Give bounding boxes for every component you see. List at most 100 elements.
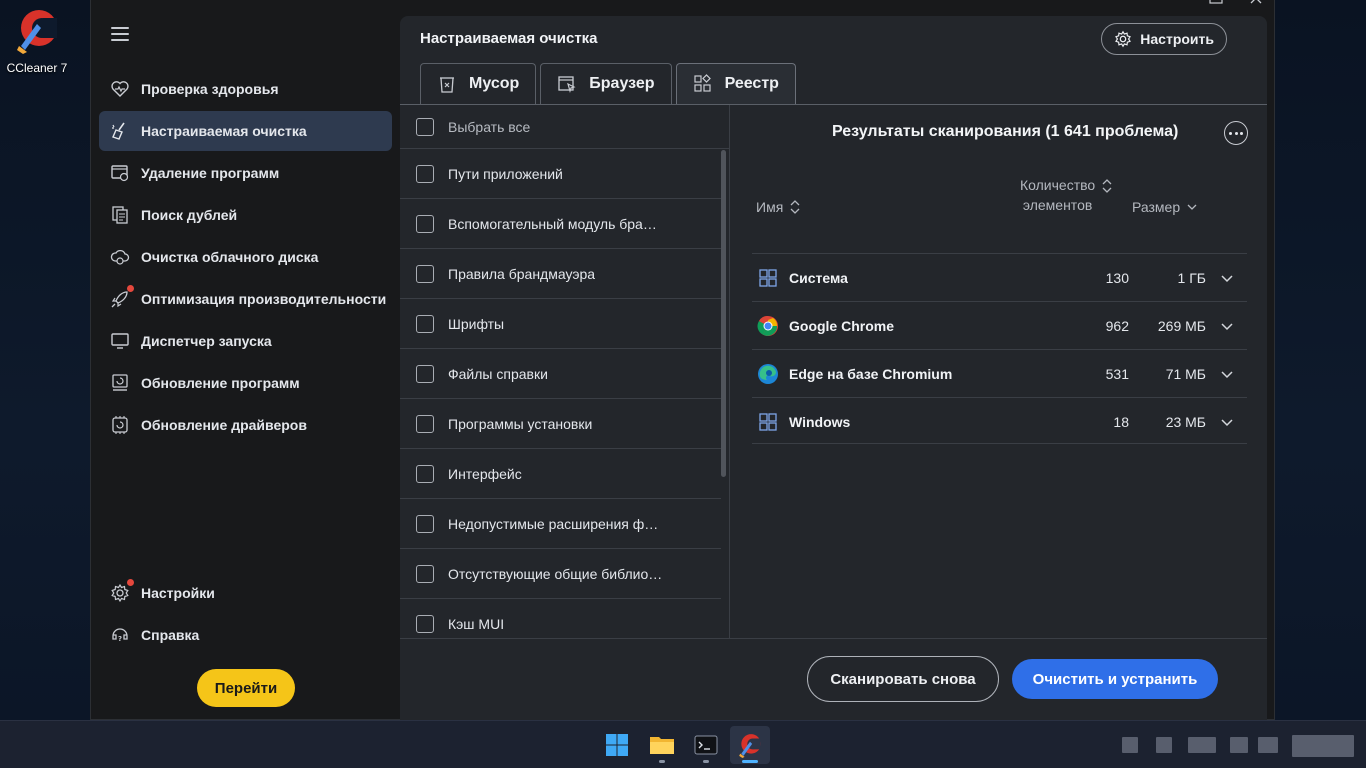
table-divider: [752, 443, 1247, 444]
sidebar-item-settings[interactable]: Настройки: [99, 573, 392, 613]
tab-trash[interactable]: Мусор: [420, 63, 537, 104]
row-size: 1 ГБ: [1177, 269, 1206, 286]
sidebar-item-uninstall[interactable]: Удаление программ: [99, 153, 392, 193]
list-item-label: Кэш MUI: [448, 615, 505, 632]
svg-text:?: ?: [118, 635, 122, 643]
list-item[interactable]: Шрифты: [400, 299, 721, 349]
list-item[interactable]: Правила брандмауэра: [400, 249, 721, 299]
checkbox[interactable]: [416, 564, 434, 583]
select-all-checkbox[interactable]: [416, 117, 434, 136]
tray-clock[interactable]: [1292, 735, 1354, 757]
sidebar-item-custom-clean[interactable]: Настраиваемая очистка: [99, 111, 392, 151]
tab-label: Реестр: [724, 75, 779, 92]
taskbar-file-explorer[interactable]: [642, 726, 682, 764]
duplicate-icon: [109, 204, 131, 226]
maximize-icon[interactable]: [1209, 0, 1229, 5]
taskbar-terminal[interactable]: [686, 726, 726, 764]
row-name: Edge на базе Chromium: [789, 365, 953, 382]
list-item[interactable]: Кэш MUI: [400, 599, 721, 638]
sidebar-item-performance[interactable]: Оптимизация производительности: [99, 279, 392, 319]
list-item-label: Интерфейс: [448, 465, 522, 482]
close-icon[interactable]: [1249, 0, 1269, 5]
list-item-label: Недопустимые расширения ф…: [448, 515, 659, 532]
sidebar-item-cloud-drive[interactable]: Очистка облачного диска: [99, 237, 392, 277]
sidebar-item-driver-update[interactable]: Обновление драйверов: [99, 405, 392, 445]
table-row[interactable]: Система 130 1 ГБ: [752, 253, 1247, 301]
checkbox[interactable]: [416, 464, 434, 483]
scan-results: Результаты сканирования (1 641 проблема)…: [731, 105, 1267, 638]
registry-list: Выбрать все Пути приложений Вспомогатель…: [400, 105, 730, 638]
row-name: Google Chrome: [789, 317, 895, 334]
sidebar-item-duplicates[interactable]: Поиск дублей: [99, 195, 392, 235]
broom-icon: [109, 120, 131, 142]
list-item[interactable]: Интерфейс: [400, 449, 721, 499]
trash-icon: [440, 77, 454, 93]
tab-registry[interactable]: Реестр: [675, 63, 796, 104]
chevron-down-icon[interactable]: [1220, 271, 1234, 285]
checkbox[interactable]: [416, 414, 434, 433]
sidebar-item-help[interactable]: ? Справка: [99, 615, 392, 655]
tab-browser[interactable]: Браузер: [540, 63, 672, 104]
customize-button[interactable]: Настроить: [1101, 23, 1227, 55]
list-item-label: Отсутствующие общие библио…: [448, 565, 663, 582]
tray-icon[interactable]: [1258, 737, 1278, 753]
software-update-icon: [109, 372, 131, 394]
column-header-name[interactable]: Имя: [756, 199, 801, 215]
checkbox[interactable]: [416, 264, 434, 283]
results-title: Результаты сканирования (1 641 проблема): [832, 123, 1179, 140]
column-header-size[interactable]: Размер: [1132, 199, 1198, 215]
uninstall-icon: [109, 162, 131, 184]
rescan-button[interactable]: Сканировать снова: [807, 656, 999, 702]
checkbox[interactable]: [416, 314, 434, 333]
tray-icon[interactable]: [1122, 737, 1138, 753]
notification-dot: [127, 285, 134, 292]
hamburger-menu-icon[interactable]: [111, 27, 129, 41]
terminal-icon: [694, 735, 718, 755]
checkbox[interactable]: [416, 164, 434, 183]
clean-and-fix-button[interactable]: Очистить и устранить: [1012, 659, 1218, 699]
chevron-down-icon[interactable]: [1220, 415, 1234, 429]
sidebar-item-health-check[interactable]: Проверка здоровья: [99, 69, 392, 109]
checkbox[interactable]: [416, 214, 434, 233]
sort-icon: [1102, 179, 1112, 193]
go-button[interactable]: Перейти: [197, 669, 295, 707]
table-row[interactable]: Edge на базе Chromium 531 71 МБ: [752, 349, 1247, 397]
list-item-label: Программы установки: [448, 415, 593, 432]
list-item[interactable]: Недопустимые расширения ф…: [400, 499, 721, 549]
row-size: 23 МБ: [1165, 413, 1206, 430]
list-item[interactable]: Файлы справки: [400, 349, 721, 399]
taskbar-indicator: [659, 760, 665, 763]
sidebar: Проверка здоровья Настраиваемая очистка …: [91, 1, 399, 721]
select-all-row[interactable]: Выбрать все: [400, 105, 729, 149]
taskbar: [0, 720, 1366, 768]
list-item[interactable]: Программы установки: [400, 399, 721, 449]
column-header-count[interactable]: Количество элементов: [1020, 175, 1120, 215]
tray-icon[interactable]: [1188, 737, 1216, 753]
list-item[interactable]: Отсутствующие общие библио…: [400, 549, 721, 599]
settings-icon: [109, 579, 134, 604]
start-button[interactable]: [597, 726, 637, 764]
chevron-down-icon[interactable]: [1220, 319, 1234, 333]
list-item[interactable]: Пути приложений: [400, 149, 721, 199]
row-name: Система: [789, 269, 848, 286]
list-scrollbar[interactable]: [721, 150, 726, 477]
list-item[interactable]: Вспомогательный модуль бра…: [400, 199, 721, 249]
tray-icon[interactable]: [1230, 737, 1248, 753]
row-count: 531: [1105, 365, 1129, 382]
tray-icon[interactable]: [1156, 737, 1172, 753]
sidebar-item-label: Удаление программ: [141, 165, 280, 181]
sidebar-item-label: Обновление драйверов: [141, 417, 307, 433]
taskbar-ccleaner[interactable]: [730, 726, 770, 764]
list-item-label: Вспомогательный модуль бра…: [448, 215, 657, 232]
checkbox[interactable]: [416, 514, 434, 533]
table-row[interactable]: Windows 18 23 МБ: [752, 397, 1247, 445]
sidebar-item-label: Обновление программ: [141, 375, 300, 391]
checkbox[interactable]: [416, 364, 434, 383]
chevron-down-icon[interactable]: [1220, 367, 1234, 381]
sidebar-item-software-update[interactable]: Обновление программ: [99, 363, 392, 403]
desktop-icon-ccleaner[interactable]: CCleaner 7: [4, 6, 70, 75]
table-row[interactable]: Google Chrome 962 269 МБ: [752, 301, 1247, 349]
sidebar-item-startup[interactable]: Диспетчер запуска: [99, 321, 392, 361]
checkbox[interactable]: [416, 614, 434, 633]
more-options-icon[interactable]: [1224, 121, 1248, 145]
